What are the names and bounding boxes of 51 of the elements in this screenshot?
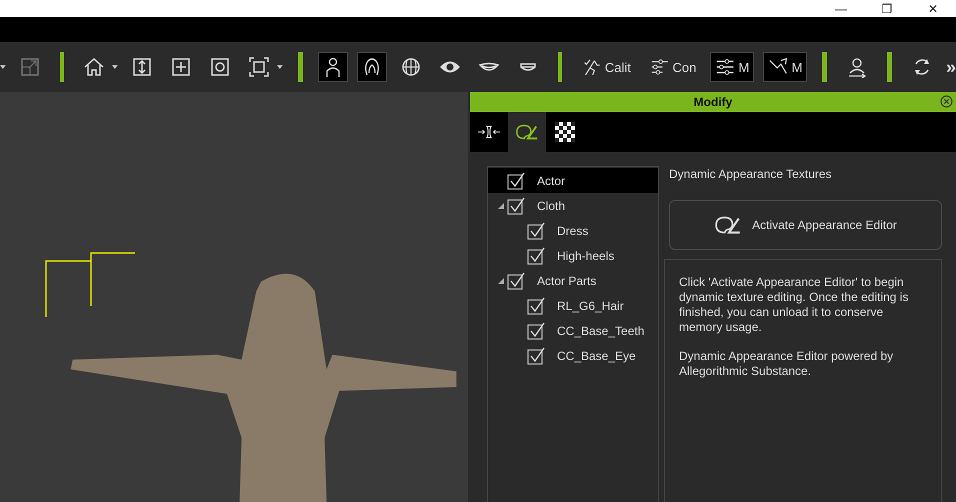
head-button[interactable] bbox=[356, 52, 387, 82]
resize-icon bbox=[18, 56, 41, 78]
caret-icon[interactable] bbox=[277, 65, 283, 69]
move-icon bbox=[170, 56, 192, 78]
expand-icon[interactable] bbox=[498, 278, 504, 284]
panel-tab[interactable] bbox=[508, 112, 546, 152]
toolbar-separator bbox=[822, 52, 828, 82]
checkbox[interactable] bbox=[507, 172, 525, 190]
checkbox[interactable] bbox=[527, 322, 545, 340]
toolbar-button[interactable]: Con bbox=[644, 52, 702, 82]
toolbar-separator bbox=[298, 52, 303, 82]
checkbox[interactable] bbox=[507, 272, 525, 290]
checkbox[interactable] bbox=[527, 222, 545, 240]
more-button[interactable]: » bbox=[946, 56, 956, 78]
toolbar-button[interactable]: M bbox=[763, 52, 808, 82]
caret-icon[interactable] bbox=[112, 65, 118, 69]
checkbox[interactable] bbox=[527, 346, 545, 364]
description-text: Click 'Activate Appearance Editor' to begin dynamic texture editing. Once the editing is finished, you can unload it to conserve memory usage. bbox=[679, 275, 910, 335]
checkbox[interactable] bbox=[527, 296, 545, 314]
toolbar-separator bbox=[558, 52, 562, 82]
description-text: Dynamic Appearance Editor powered by Allegorithmic Substance. bbox=[679, 349, 894, 379]
tree-item[interactable]: Actor bbox=[488, 168, 658, 193]
expand-icon[interactable] bbox=[498, 202, 504, 208]
toolbar-separator bbox=[60, 52, 64, 82]
tree-item[interactable]: CC_Base_Teeth bbox=[488, 318, 658, 343]
panel-title: Modify bbox=[694, 95, 732, 109]
activate-editor-button[interactable]: Activate Appearance Editor bbox=[669, 200, 942, 250]
tree-item[interactable]: Actor Parts bbox=[488, 268, 658, 293]
section-title: Dynamic Appearance Textures bbox=[669, 167, 833, 181]
globe-icon bbox=[400, 56, 422, 78]
toolbar-button[interactable]: M bbox=[710, 52, 754, 82]
tree-item[interactable]: RL_G6_Hair bbox=[488, 293, 658, 318]
tree-item[interactable]: High-heels bbox=[488, 243, 658, 268]
palette-brush-icon bbox=[515, 122, 539, 142]
checker-icon bbox=[553, 122, 577, 142]
sliders-icon bbox=[715, 56, 736, 78]
cube-frame-icon bbox=[248, 56, 270, 78]
checkbox[interactable] bbox=[507, 196, 525, 214]
close-icon[interactable] bbox=[940, 95, 953, 108]
person-add-icon bbox=[846, 56, 868, 78]
caret-icon[interactable] bbox=[0, 65, 6, 69]
toolbar-button[interactable]: Calit bbox=[577, 52, 636, 82]
person-button[interactable] bbox=[318, 52, 348, 82]
vertical-arrows-icon bbox=[131, 56, 154, 78]
palette-brush-icon bbox=[714, 215, 742, 235]
toolbar-separator bbox=[887, 52, 892, 82]
tree-item[interactable]: CC_Base_Eye bbox=[488, 343, 658, 368]
tree-item[interactable]: Cloth bbox=[488, 193, 658, 218]
checkbox[interactable] bbox=[527, 246, 545, 264]
tree-item[interactable]: Dress bbox=[488, 218, 658, 243]
home-icon bbox=[83, 56, 106, 78]
